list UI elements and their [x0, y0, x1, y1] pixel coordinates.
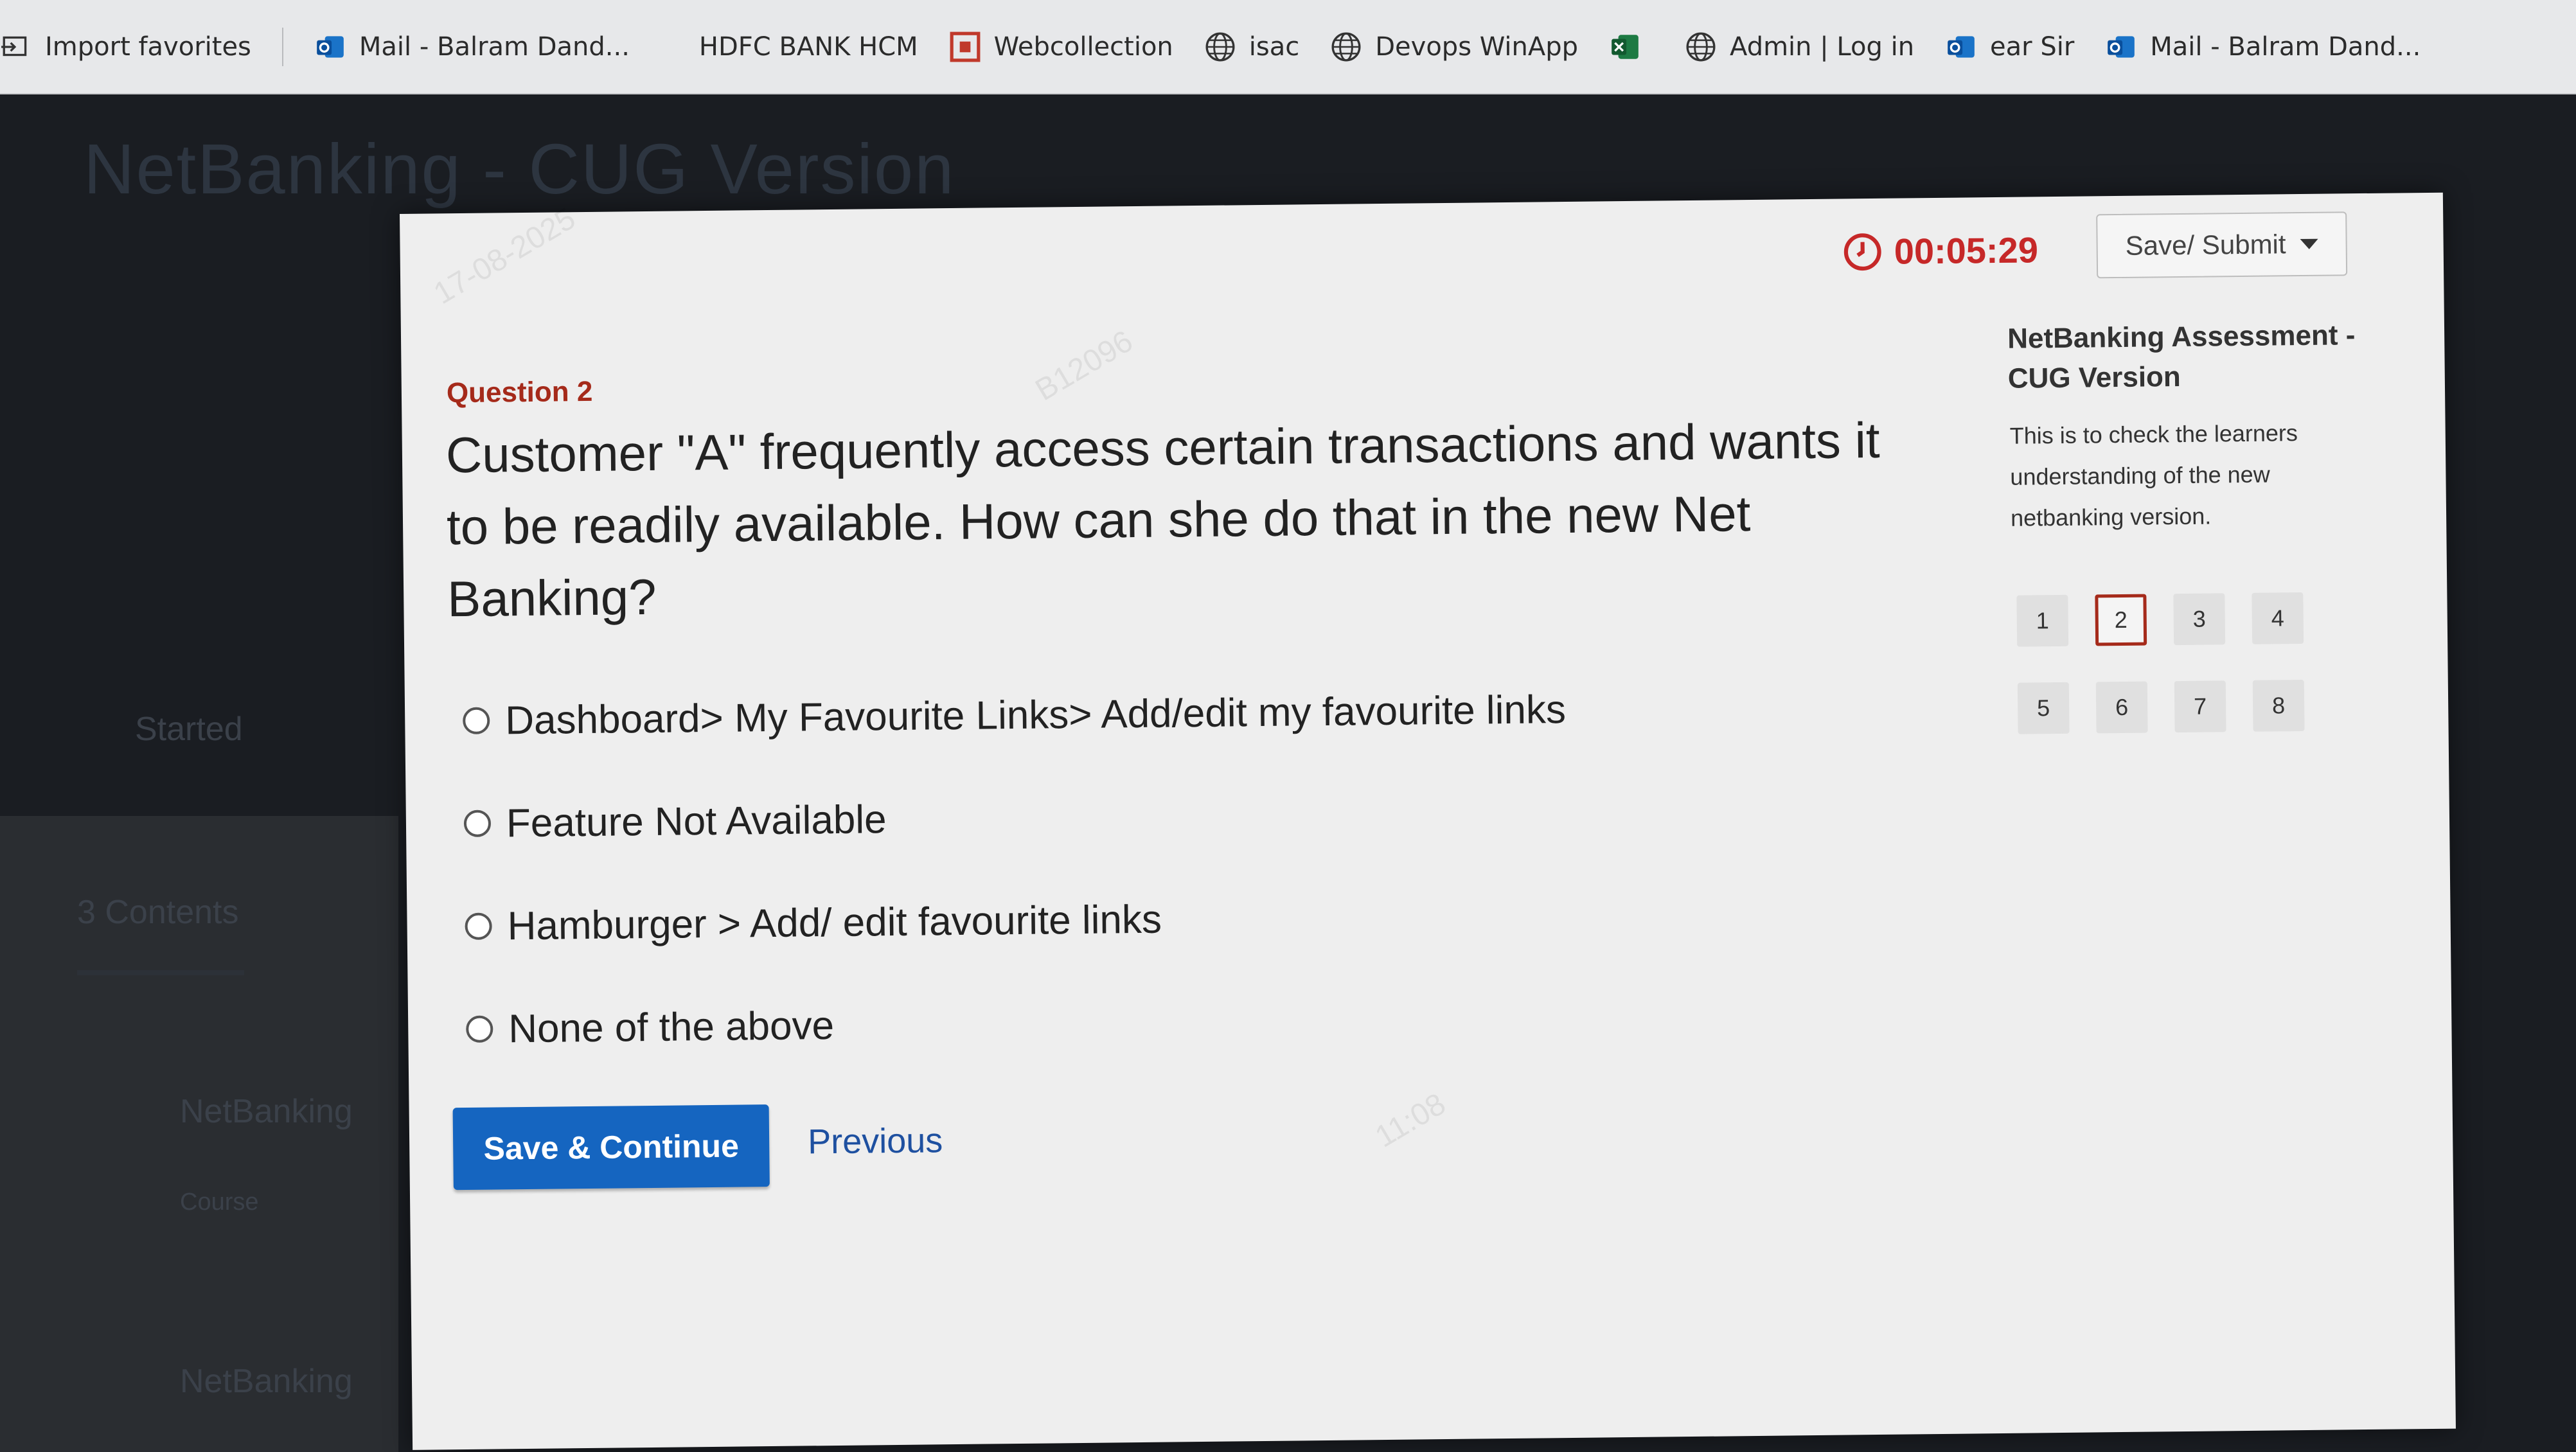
answer-option-label: Feature Not Available: [506, 797, 887, 846]
bookmark-excel[interactable]: [1609, 31, 1654, 63]
bookmark-mail-2[interactable]: Mail - Balram Dand...: [2105, 31, 2421, 63]
outlook-icon: [2105, 31, 2137, 63]
background-nav-item-1: NetBanking: [180, 1093, 353, 1130]
bookmark-hdfc-bank-hcm[interactable]: HDFC BANK HCM: [699, 32, 918, 62]
background-contents-label: 3 Contents: [77, 894, 239, 931]
background-course-label: Course: [180, 1189, 259, 1216]
question-nav-5[interactable]: 5: [2017, 682, 2070, 734]
bookmark-webcollection[interactable]: Webcollection: [949, 31, 1173, 63]
radio-button[interactable]: [463, 707, 490, 735]
question-nav-6[interactable]: 6: [2095, 681, 2148, 734]
countdown-timer: 00:05:29: [1842, 229, 2038, 272]
background-sidebar: Started 3 Contents NetBanking Course Net…: [0, 0, 398, 1450]
question-text: Customer "A" frequently access certain t…: [445, 411, 1881, 628]
globe-icon: [1330, 31, 1362, 63]
answer-option-label: Dashboard> My Favourite Links> Add/edit …: [504, 687, 1567, 743]
background-tab-underline: [77, 970, 244, 975]
question-number-label: Question 2: [446, 375, 593, 409]
save-submit-label: Save/ Submit: [2125, 229, 2286, 261]
bookmark-admin-login[interactable]: Admin | Log in: [1685, 31, 1914, 63]
answer-option-label: None of the above: [508, 1003, 835, 1051]
save-continue-button[interactable]: Save & Continue: [452, 1104, 770, 1191]
bookmark-devops-winapp[interactable]: Devops WinApp: [1330, 31, 1578, 63]
answer-options: Dashboard> My Favourite Links> Add/edit …: [462, 658, 1569, 1081]
radio-button[interactable]: [463, 810, 492, 838]
assessment-title: NetBanking Assessment - CUG Version: [2007, 319, 2356, 394]
bookmark-ear-sir[interactable]: ear Sir: [1945, 31, 2074, 63]
question-navigator: 1 2 3 4 5 6 7 8: [2016, 591, 2404, 770]
clock-icon: [1843, 233, 1881, 270]
question-nav-8[interactable]: 8: [2252, 680, 2305, 732]
question-nav-4[interactable]: 4: [2252, 592, 2304, 644]
watermark-date: 17-08-2025: [428, 201, 582, 312]
assessment-modal: 17-08-2025 B12096 11:08 00:05:29 Save/ S…: [400, 192, 2456, 1450]
answer-option-3[interactable]: Hamburger > Add/ edit favourite links: [465, 863, 1568, 978]
background-nav-item-2: NetBanking: [180, 1363, 353, 1400]
question-nav-1[interactable]: 1: [2016, 594, 2069, 647]
caret-down-icon: [2300, 238, 2318, 250]
question-nav-7[interactable]: 7: [2174, 680, 2226, 733]
outlook-icon: [1945, 31, 1977, 63]
answer-option-2[interactable]: Feature Not Available: [463, 761, 1567, 875]
answer-option-label: Hamburger > Add/ edit favourite links: [507, 897, 1162, 948]
radio-button[interactable]: [466, 1015, 493, 1043]
previous-link[interactable]: Previous: [808, 1120, 943, 1162]
background-started-label: Started: [135, 711, 243, 748]
excel-icon: [1609, 31, 1641, 63]
globe-icon: [1685, 31, 1717, 63]
assessment-description: This is to check the learners understand…: [2009, 420, 2298, 531]
watermark-time: 11:08: [1369, 1086, 1452, 1155]
answer-option-4[interactable]: None of the above: [465, 966, 1569, 1081]
watermark-id: B12096: [1029, 324, 1139, 408]
webcollection-icon: [949, 31, 981, 63]
timer-value: 00:05:29: [1894, 229, 2039, 272]
radio-button[interactable]: [465, 912, 492, 940]
save-submit-dropdown[interactable]: Save/ Submit: [2096, 211, 2348, 279]
answer-option-1[interactable]: Dashboard> My Favourite Links> Add/edit …: [462, 658, 1566, 772]
globe-icon: [1204, 31, 1236, 63]
question-nav-2[interactable]: 2: [2095, 594, 2147, 646]
question-nav-3[interactable]: 3: [2173, 593, 2226, 646]
bookmark-isac[interactable]: isac: [1204, 31, 1299, 63]
